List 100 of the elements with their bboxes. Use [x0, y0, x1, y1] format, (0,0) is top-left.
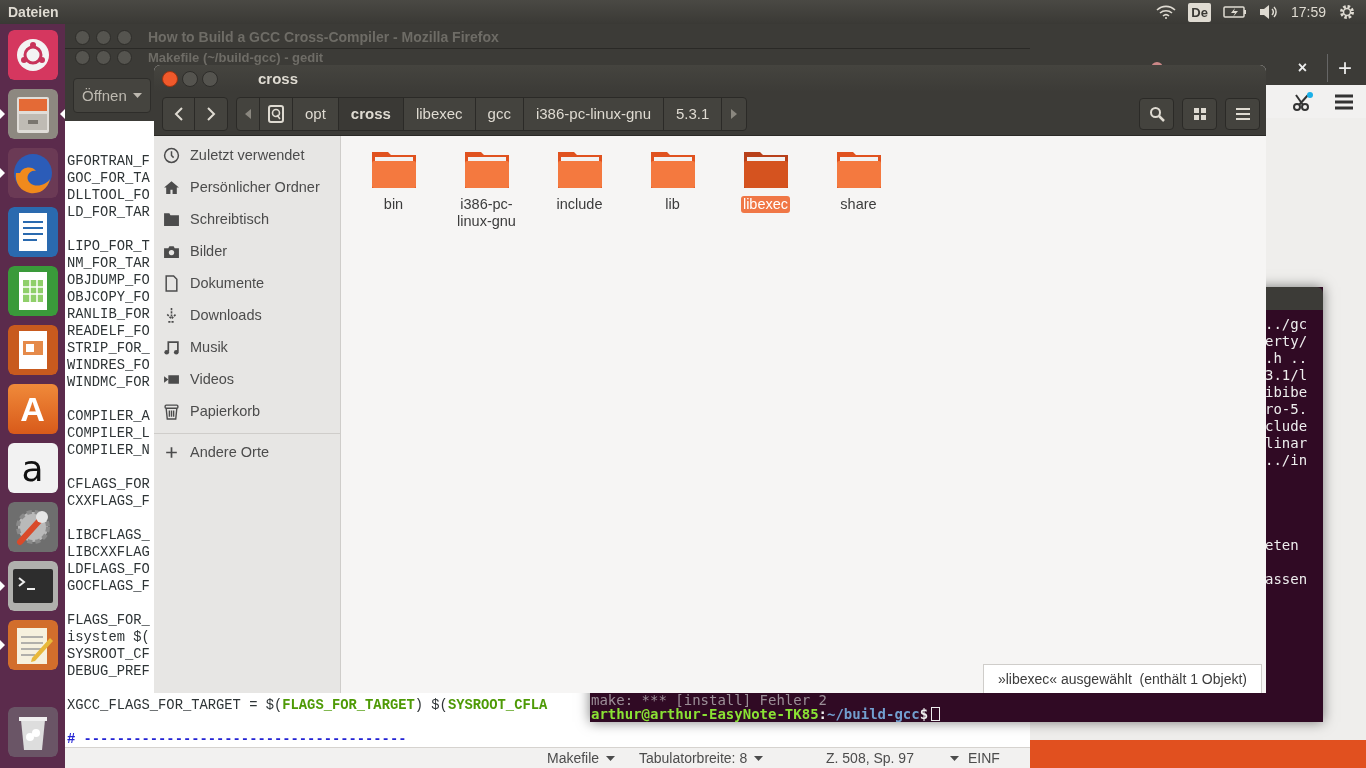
search-button[interactable]: [1139, 97, 1174, 130]
clock-icon: [163, 146, 180, 164]
path-segment[interactable]: opt: [293, 97, 339, 130]
code-line: COMPILER_L: [67, 425, 150, 442]
code-line: RANLIB_FOR: [67, 306, 150, 323]
sidebar-item[interactable]: Videos: [154, 363, 340, 395]
terminal-text: ../gc: [1265, 316, 1308, 333]
tab-close-button[interactable]: ×: [1297, 58, 1307, 77]
code-line: LIPO_FOR_T: [67, 238, 150, 255]
sidebar-item[interactable]: Schreibtisch: [154, 203, 340, 235]
terminal-icon[interactable]: [7, 561, 58, 611]
sidebar-label: Videos: [190, 371, 235, 387]
menu-button[interactable]: [1225, 97, 1260, 130]
folder-name[interactable]: i386-pc-linux-gnu: [444, 196, 529, 230]
folder-name[interactable]: lib: [630, 196, 715, 213]
code-line: COMPILER_A: [67, 408, 150, 425]
sidebar-label: Andere Orte: [190, 444, 269, 460]
spreadsheet-icon[interactable]: [7, 266, 58, 316]
sidebar-label: Downloads: [190, 307, 262, 323]
code-line: WINDMC_FOR: [67, 374, 150, 391]
cabinet-icon[interactable]: [7, 89, 58, 139]
code-line: GOC_FOR_TA: [67, 170, 150, 187]
code-line: LD_FOR_TAR: [67, 204, 150, 221]
caret-icon: [950, 755, 959, 761]
sidebar-item[interactable]: Persönlicher Ordner: [154, 171, 340, 203]
terminal-text: linar: [1265, 435, 1308, 452]
sidebar-item[interactable]: Andere Orte: [154, 436, 340, 468]
path-segment[interactable]: 5.3.1: [664, 97, 723, 130]
speaker-icon[interactable]: [1258, 4, 1279, 20]
sidebar-item[interactable]: Musik: [154, 331, 340, 363]
launcher-button[interactable]: a: [7, 443, 58, 493]
code-line: STRIP_FOR_: [67, 340, 150, 357]
tab-width-selector[interactable]: Tabulatorbreite: 8: [639, 750, 748, 766]
sidebar-item[interactable]: Bilder: [154, 235, 340, 267]
terminal-text: 3.1/l: [1265, 367, 1308, 384]
sidebar-item[interactable]: Papierkorb: [154, 395, 340, 427]
code-line: CFLAGS_FOR: [67, 476, 150, 493]
language-selector[interactable]: Makefile: [547, 750, 600, 766]
code-line: READELF_FO: [67, 323, 150, 340]
sidebar-item[interactable]: Dokumente: [154, 267, 340, 299]
sidebar-item[interactable]: Zuletzt verwendet: [154, 139, 340, 171]
code-line: GOCFLAGS_F: [67, 578, 150, 595]
folder-name[interactable]: share: [816, 196, 901, 213]
code-line: GFORTRAN_F: [67, 153, 150, 170]
code-line: OBJDUMP_FO: [67, 272, 150, 289]
folder-icon: [163, 210, 180, 228]
trash-icon[interactable]: [7, 707, 58, 757]
globe-icon[interactable]: [7, 148, 58, 198]
code-line: COMPILER_N: [67, 442, 150, 459]
grid-icon: [1193, 107, 1206, 120]
path-segment[interactable]: libexec: [403, 97, 476, 130]
scroll-right-icon[interactable]: [731, 108, 738, 119]
scissors-icon[interactable]: [1292, 90, 1314, 113]
home-icon: [163, 178, 180, 196]
wifi-icon[interactable]: [1156, 5, 1177, 19]
chevron-right-icon: [206, 106, 216, 121]
path-segment[interactable]: cross: [338, 97, 404, 130]
sidebar-label: Zuletzt verwendet: [190, 147, 305, 163]
clock[interactable]: 17:59: [1290, 4, 1326, 20]
menu-icon[interactable]: [1334, 93, 1354, 110]
gear-icon[interactable]: [1338, 3, 1356, 21]
sidebar-item[interactable]: Downloads: [154, 299, 340, 331]
code-line: OBJCOPY_FO: [67, 289, 150, 306]
path-segment[interactable]: i386-pc-linux-gnu: [523, 97, 664, 130]
keyboard-layout-indicator[interactable]: De: [1188, 2, 1211, 22]
trash-icon: [163, 402, 180, 420]
terminal-text: ../in: [1265, 452, 1308, 469]
circle-logo-icon[interactable]: [7, 30, 58, 80]
sidebar-label: Musik: [190, 339, 228, 355]
app-menu-title[interactable]: Dateien: [0, 4, 59, 20]
code-line: SYSROOT_CF: [67, 646, 150, 663]
comment-line: # ---------------------------------------: [67, 731, 407, 747]
sidebar-label: Bilder: [190, 243, 228, 259]
folder-name[interactable]: bin: [351, 196, 436, 213]
open-button[interactable]: Öffnen: [73, 77, 151, 113]
music-note-icon: [163, 338, 180, 356]
new-tab-button[interactable]: +: [1327, 53, 1352, 82]
cursor-position: Z. 508, Sp. 97: [826, 750, 914, 766]
presentation-icon[interactable]: [7, 325, 58, 375]
wrench-icon[interactable]: [7, 502, 58, 552]
terminal-text: ibibe: [1265, 384, 1308, 401]
drive-icon[interactable]: [268, 104, 284, 123]
code-line: isystem $(: [67, 629, 150, 646]
text-cursor: [931, 707, 941, 721]
search-icon: [1148, 105, 1165, 122]
chevron-left-icon: [173, 106, 184, 121]
notepad-icon[interactable]: [7, 620, 58, 670]
scroll-left-icon[interactable]: [245, 108, 251, 119]
sidebar-label: Papierkorb: [190, 403, 261, 419]
terminal-text: erty/: [1265, 333, 1308, 350]
code-line: WINDRES_FO: [67, 357, 150, 374]
battery-icon[interactable]: [1222, 6, 1247, 18]
document-icon[interactable]: [7, 207, 58, 257]
code-line: XGCC_FLAGS_FOR_TARGET = $(FLAGS_FOR_TARGET) $(SYSROOT_CFLA: [67, 697, 548, 714]
grid-view-button[interactable]: [1182, 97, 1217, 130]
folder-name[interactable]: include: [537, 196, 622, 213]
code-line: DEBUG_PREF: [67, 663, 150, 680]
terminal-text: ro-5.: [1265, 401, 1308, 418]
path-segment[interactable]: gcc: [475, 97, 524, 130]
close-button[interactable]: [162, 70, 178, 87]
